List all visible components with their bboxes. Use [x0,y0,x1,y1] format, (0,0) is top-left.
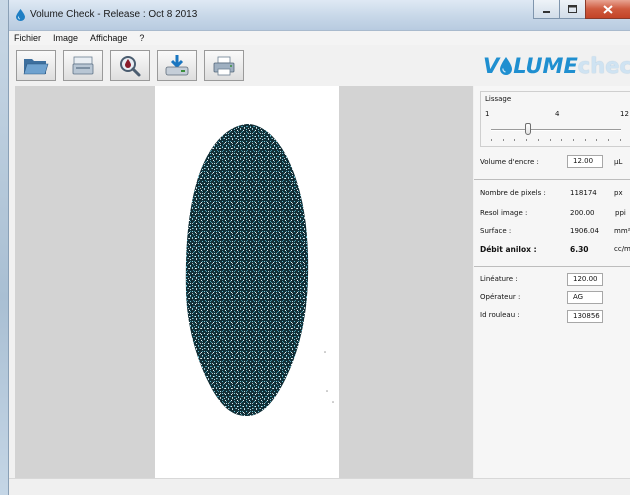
lissage-label: Lissage [485,95,512,103]
debit-label: Débit anilox : [480,245,537,254]
analyze-button[interactable] [110,50,150,81]
close-button[interactable] [585,0,630,19]
minimize-button[interactable] [533,0,560,19]
logo-lume: LUME [513,54,578,78]
lissage-slider-track[interactable] [491,129,621,131]
image-canvas[interactable] [155,86,339,478]
surface-value: 1906.04 [570,227,599,235]
menu-fichier[interactable]: Fichier [14,33,41,43]
close-icon [603,4,613,14]
pixels-value: 118174 [570,189,597,197]
maximize-icon [568,5,577,13]
window-controls [533,0,630,21]
lineature-label: Linéature : [480,275,518,283]
volume-input[interactable]: 12.00 [567,155,603,168]
minimize-icon [543,10,550,13]
menu-bar: Fichier Image Affichage ? [9,31,630,45]
logo-drop-icon [500,57,513,75]
scanner-icon [72,56,94,74]
rouleau-input[interactable]: 130856 [567,310,603,323]
folder-open-icon [23,58,49,74]
lissage-ticks [491,139,621,141]
printer-icon [213,56,235,75]
pixels-unit: px [614,189,623,197]
separator [474,179,630,180]
ink-drop-scan-image [185,124,334,416]
print-button[interactable] [204,50,244,81]
debit-value: 6.30 [570,245,589,254]
operateur-input[interactable]: AG [567,291,603,304]
debit-unit: cc/m² [614,245,630,253]
status-bar [9,478,630,495]
surface-label: Surface : [480,227,512,235]
app-window: Volume Check - Release : Oct 8 2013 Fich… [8,0,630,495]
volume-label: Volume d'encre : [480,158,539,166]
open-button[interactable] [16,50,56,81]
lissage-slider-thumb[interactable] [525,123,531,135]
operateur-label: Opérateur : [480,293,521,301]
lissage-max-label: 12 [620,110,629,118]
acquire-button[interactable] [63,50,103,81]
logo-check: check [577,54,630,78]
maximize-button[interactable] [559,0,586,19]
ink-drop-icon [16,9,25,21]
pixels-label: Nombre de pixels : [480,189,546,197]
menu-image[interactable]: Image [53,33,78,43]
magnifier-drop-icon [120,55,141,76]
rouleau-label: Id rouleau : [480,311,520,319]
resol-label: Resol image : [480,209,528,217]
separator [474,266,630,267]
logo-v: V [483,54,500,78]
lissage-min-label: 1 [485,110,490,118]
lineature-input[interactable]: 120.00 [567,273,603,286]
resol-unit: ppi [615,209,626,217]
menu-help[interactable]: ? [139,33,144,43]
menu-affichage[interactable]: Affichage [90,33,127,43]
resol-value: 200.00 [570,209,595,217]
window-title: Volume Check - Release : Oct 8 2013 [30,9,198,20]
lissage-current-label: 4 [555,110,560,118]
volumecheck-logo: V LUME check [483,53,630,79]
results-panel: Lissage 1 4 12 Volume d'encre : 12.00 µL… [474,86,630,478]
save-button[interactable] [157,50,197,81]
save-drive-icon [165,54,189,75]
volume-unit: µL [614,158,623,166]
surface-unit: mm² [614,227,630,235]
title-bar[interactable]: Volume Check - Release : Oct 8 2013 [9,0,630,31]
image-viewer[interactable] [15,86,473,478]
lissage-group: Lissage 1 4 12 [480,91,630,147]
